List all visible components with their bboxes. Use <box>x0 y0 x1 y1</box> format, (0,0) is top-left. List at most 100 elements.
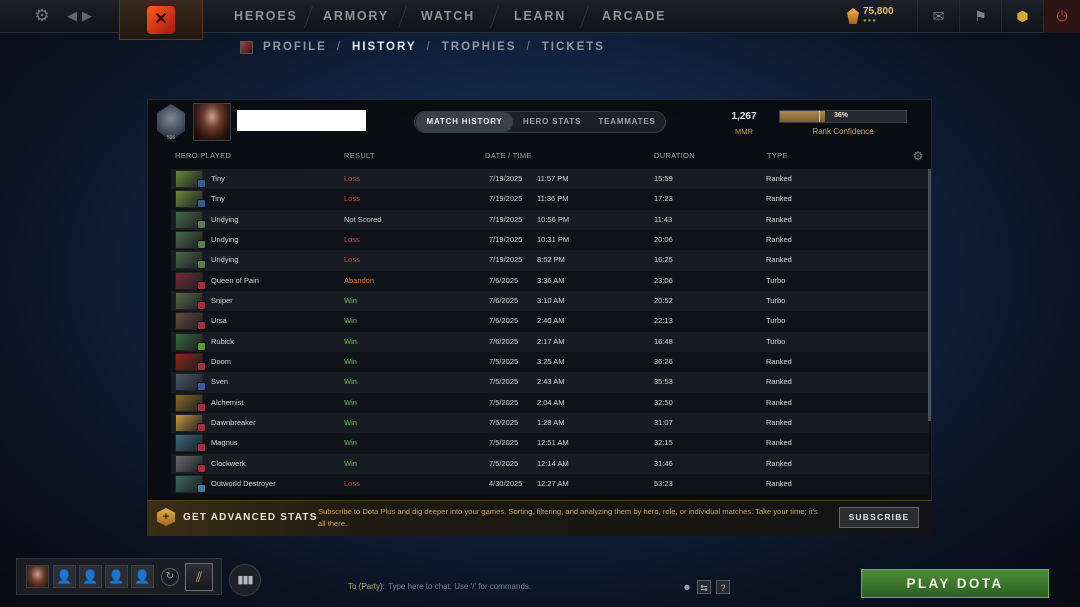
match-duration: 31:07 <box>654 418 673 428</box>
match-type: Ranked <box>766 458 792 468</box>
match-date: 7/6/2025 <box>489 336 519 346</box>
play-dota-button[interactable]: PLAY DOTA <box>861 569 1049 598</box>
match-result: Win <box>344 377 357 387</box>
table-row[interactable]: Magnus Win 7/5/2025 12:51 AM 32:15 Ranked <box>171 433 929 454</box>
match-duration: 11:43 <box>654 214 673 224</box>
hero-badge-icon <box>197 301 206 311</box>
hero-name: Rubick <box>211 336 234 346</box>
match-result: Win <box>344 357 357 367</box>
column-header-result[interactable]: RESULT <box>344 151 375 160</box>
table-row[interactable]: Rubick Win 7/6/2025 2:17 AM 16:48 Turbo <box>171 331 929 353</box>
match-result: Win <box>344 438 357 448</box>
dota-logo-button[interactable]: ✕ <box>119 0 203 40</box>
match-list-scrollbar[interactable] <box>928 169 931 421</box>
party-refresh-icon[interactable]: ↻ <box>161 568 179 586</box>
emoticon-icon[interactable]: ☻ <box>680 580 694 594</box>
nav-learn[interactable]: LEARN <box>512 0 568 33</box>
subscribe-button[interactable]: SUBSCRIBE <box>839 507 919 528</box>
subnav-history[interactable]: HISTORY <box>352 41 416 53</box>
table-row[interactable]: Undying Loss 7/19/2025 10:31 PM 20:06 Ranked <box>171 230 929 251</box>
profile-mini-avatar <box>240 40 253 54</box>
chat-input[interactable] <box>388 578 673 594</box>
forward-arrow-icon[interactable]: ▶ <box>79 7 95 25</box>
chat-expand-icon[interactable]: ⇆ <box>697 580 711 594</box>
hero-badge-icon <box>197 382 206 392</box>
tab-hero-stats[interactable]: HERO STATS <box>513 112 591 132</box>
match-date: 7/6/2025 <box>489 275 519 285</box>
nav-arcade[interactable]: ARCADE <box>602 0 664 33</box>
table-row[interactable]: Sniper Win 7/6/2025 3:10 AM 20:52 Turbo <box>171 291 929 312</box>
subnav-trophies[interactable]: TROPHIES <box>442 41 517 53</box>
rank-confidence-bar: 36% <box>779 110 907 123</box>
subnav-profile[interactable]: PROFILE <box>263 41 327 53</box>
party-slot-empty[interactable]: 👤 <box>53 565 76 588</box>
column-header-duration[interactable]: DURATION <box>654 151 695 160</box>
table-row[interactable]: Queen of Pain Abandon 7/6/2025 3:36 AM 23:06… <box>171 270 929 292</box>
player-avatar[interactable] <box>193 103 231 141</box>
gold-dots: ●●● <box>863 18 877 24</box>
table-row[interactable]: Undying Loss 7/19/2025 8:52 PM 16:25 Ranked <box>171 250 929 271</box>
hero-badge-icon <box>197 179 206 188</box>
match-type: Ranked <box>766 194 792 204</box>
hero-badge-icon <box>197 280 206 290</box>
match-date: 4/30/2025 <box>489 479 523 489</box>
hero-badge-icon <box>197 484 206 494</box>
nav-watch[interactable]: WATCH <box>420 0 476 33</box>
chat-channel-label[interactable]: To (Party): <box>348 582 385 591</box>
gold-balance[interactable]: 75,800 ●●● <box>847 6 894 28</box>
table-row[interactable]: Sven Win 7/5/2025 2:43 AM 35:53 Ranked <box>171 372 929 393</box>
nav-armory[interactable]: ARMORY <box>322 0 390 33</box>
match-list: Tiny Loss 7/19/2025 11:57 PM 15:59 Ranked Tiny… <box>171 169 929 494</box>
match-duration: 23:06 <box>654 275 673 285</box>
armory-banner-icon[interactable]: ⚑ <box>959 0 1001 33</box>
table-row[interactable]: Outworld Destroyer Loss 4/30/2025 12:27 AM 5… <box>171 474 929 494</box>
table-row[interactable]: Doom Win 7/5/2025 3:25 AM 36:26 Ranked <box>171 352 929 373</box>
subnav-tickets[interactable]: TICKETS <box>542 41 605 53</box>
mail-icon[interactable]: ✉ <box>917 0 959 33</box>
column-header-hero[interactable]: HERO PLAYED <box>175 151 231 160</box>
rank-badge-icon[interactable]: ⫽ <box>185 563 213 591</box>
table-row[interactable]: Undying Not Scored 7/19/2025 10:56 PM 11:43 R… <box>171 209 929 231</box>
profile-tabs: MATCH HISTORY HERO STATS TEAMMATES <box>414 111 666 133</box>
match-time: 11:57 PM <box>537 174 569 183</box>
party-slot-empty[interactable]: 👤 <box>105 565 128 588</box>
match-time: 11:36 PM <box>537 194 569 204</box>
match-date: 7/5/2025 <box>489 357 519 367</box>
power-icon[interactable]: ⏻ <box>1043 0 1080 33</box>
player-name-redacted <box>237 110 366 131</box>
party-slot-empty[interactable]: 👤 <box>131 565 154 588</box>
match-time: 2:43 AM <box>537 377 565 387</box>
table-row[interactable]: Tiny Loss 7/19/2025 11:36 PM 17:23 Ranked <box>171 189 929 210</box>
dota-plus-icon[interactable]: ⬢ <box>1001 0 1043 33</box>
column-header-type[interactable]: TYPE <box>767 151 788 160</box>
table-row[interactable]: Clockwerk Win 7/5/2025 12:14 AM 31:46 Ranked <box>171 453 929 475</box>
table-row[interactable]: Alchemist Win 7/5/2025 2:04 AM 32:50 Ranked <box>171 392 929 414</box>
match-result: Loss <box>344 194 360 204</box>
party-slot-empty[interactable]: 👤 <box>79 565 102 588</box>
match-result: Win <box>344 316 357 326</box>
column-header-date[interactable]: DATE / TIME <box>485 151 532 160</box>
gear-icon[interactable]: ⚙ <box>911 149 925 163</box>
hero-name: Outworld Destroyer <box>211 479 276 489</box>
match-duration: 36:26 <box>654 357 673 367</box>
nav-heroes[interactable]: HEROES <box>234 0 296 33</box>
chat-wheel-icon[interactable]: ▮▮▮ <box>229 564 261 596</box>
match-duration: 15:59 <box>654 174 673 183</box>
subnav-separator: / <box>526 41 532 53</box>
match-type: Turbo <box>766 296 786 306</box>
match-time: 12:14 AM <box>537 458 569 468</box>
help-icon[interactable]: ? <box>716 580 730 594</box>
hero-name: Doom <box>211 357 232 367</box>
tab-teammates[interactable]: TEAMMATES <box>591 112 663 132</box>
back-arrow-icon[interactable]: ◀ <box>64 7 80 25</box>
table-row[interactable]: Dawnbreaker Win 7/5/2025 1:28 AM 31:07 Ranked <box>171 413 929 434</box>
table-row[interactable]: Tiny Loss 7/19/2025 11:57 PM 15:59 Ranked <box>171 169 929 190</box>
match-type: Ranked <box>766 418 792 428</box>
party-slot-self-avatar[interactable] <box>26 565 49 588</box>
hero-name: Tiny <box>211 194 225 204</box>
settings-gear-icon[interactable]: ⚙ <box>32 6 52 26</box>
hero-name: Undying <box>211 255 239 265</box>
tab-match-history[interactable]: MATCH HISTORY <box>416 112 513 132</box>
hero-badge-icon <box>197 240 206 250</box>
table-row[interactable]: Ursa Win 7/6/2025 2:40 AM 22:13 Turbo <box>171 311 929 332</box>
